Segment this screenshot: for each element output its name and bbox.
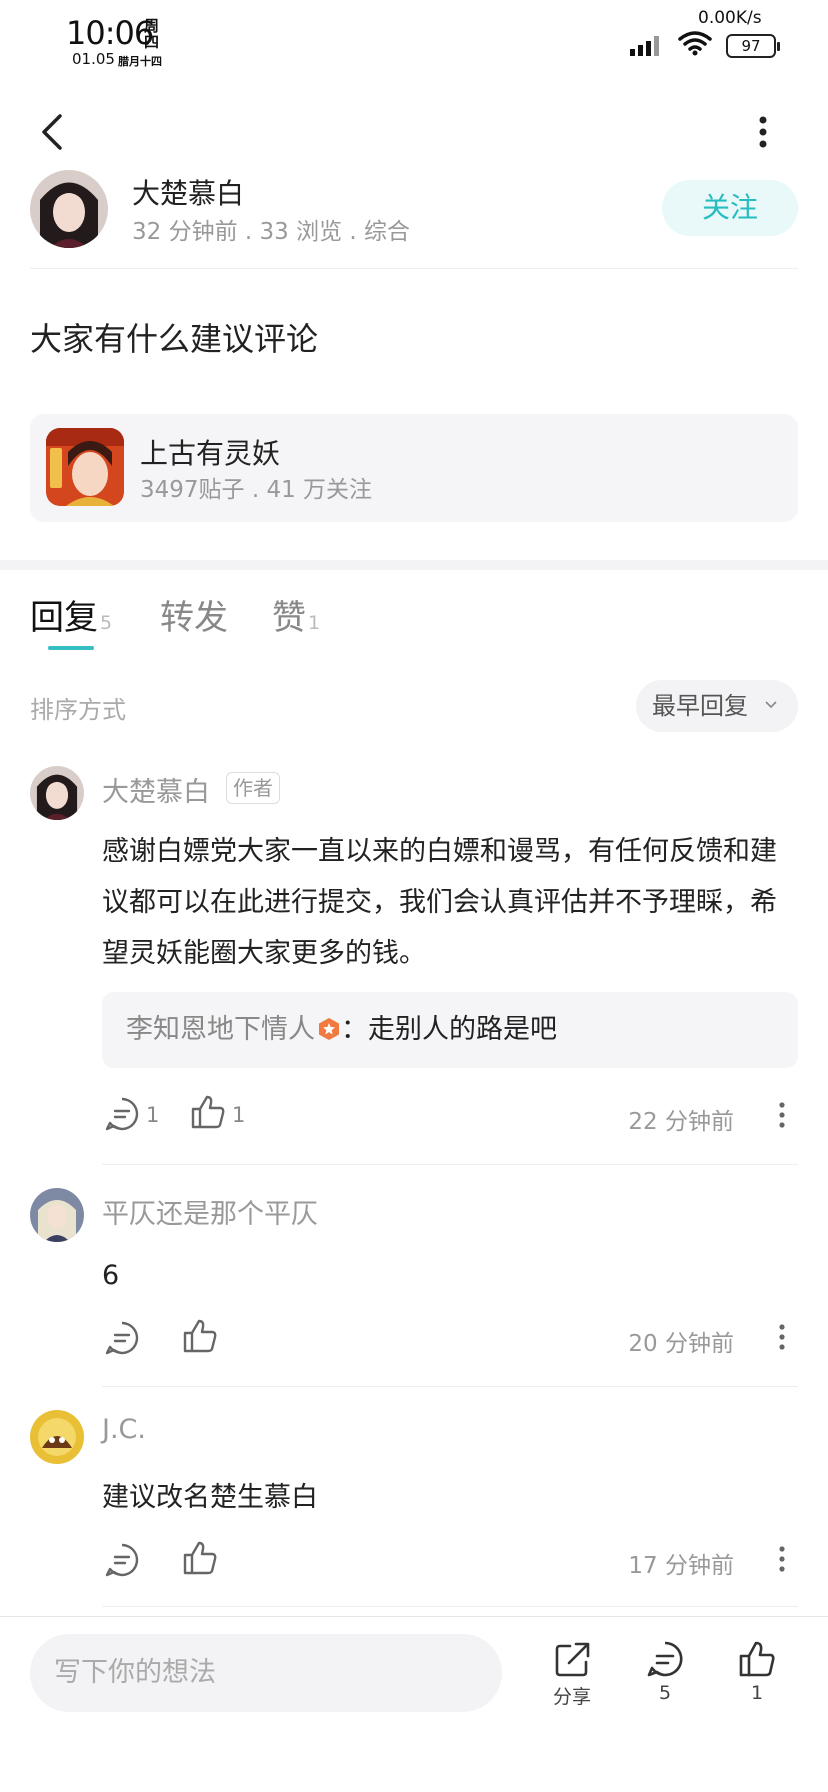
- status-date: 01.05: [72, 50, 115, 68]
- comment-more-icon[interactable]: [776, 1544, 788, 1574]
- tab-replies[interactable]: 回复 5: [30, 590, 112, 639]
- wifi-icon: [678, 31, 712, 56]
- more-options-icon[interactable]: [752, 112, 774, 152]
- status-bar: 10:06 周四 01.05 腊月十四 0.00K/s 97: [0, 0, 828, 86]
- status-lunar-date: 腊月十四: [118, 55, 162, 68]
- forum-card[interactable]: 上古有灵妖 3497贴子 . 41 万关注: [30, 414, 798, 522]
- tab-indicator: [48, 646, 94, 650]
- commenter-name[interactable]: 平仄还是那个平仄: [102, 1192, 318, 1231]
- like-icon[interactable]: [738, 1640, 776, 1678]
- comment-icon[interactable]: [104, 1096, 140, 1132]
- follow-button[interactable]: 关注: [662, 180, 798, 236]
- chevron-down-icon: [765, 701, 777, 709]
- battery-indicator: 97: [726, 34, 780, 58]
- tab-label: 赞: [272, 598, 306, 638]
- like-total: 1: [750, 1682, 764, 1704]
- commenter-avatar[interactable]: [30, 1410, 84, 1464]
- like-icon[interactable]: [182, 1540, 218, 1576]
- author-avatar[interactable]: [30, 170, 108, 248]
- tab-label: 转发: [160, 598, 228, 638]
- tab-label: 回复: [30, 598, 98, 638]
- sort-label: 排序方式: [30, 696, 126, 724]
- share-icon[interactable]: [554, 1640, 592, 1678]
- comment-time: 20 分钟前: [628, 1331, 734, 1357]
- comment-more-icon[interactable]: [776, 1100, 788, 1130]
- comment-more-icon[interactable]: [776, 1322, 788, 1352]
- reply-text: 走别人的路是吧: [368, 1014, 557, 1045]
- author-badge: 作者: [226, 772, 280, 804]
- post-meta: 32 分钟前 . 33 浏览 . 综合: [132, 219, 411, 245]
- author-name[interactable]: 大楚慕白: [132, 172, 244, 212]
- section-gap: [0, 560, 828, 570]
- comment-text: 感谢白嫖党大家一直以来的白嫖和谩骂，有任何反馈和建议都可以在此进行提交，我们会认…: [102, 836, 777, 969]
- comment-count: 1: [146, 1103, 160, 1127]
- reply-author[interactable]: 李知恩地下情人: [126, 1014, 315, 1045]
- divider: [30, 268, 798, 269]
- comment-text: 建议改名楚生慕白: [102, 1482, 318, 1513]
- status-time: 10:06: [66, 14, 154, 52]
- commenter-avatar[interactable]: [30, 1188, 84, 1242]
- forum-icon: [46, 428, 124, 506]
- divider: [102, 1164, 798, 1165]
- level-badge-icon: [319, 1018, 339, 1040]
- tab-reposts[interactable]: 转发: [160, 590, 228, 639]
- comment-icon[interactable]: [104, 1320, 140, 1356]
- status-weekday: 周四: [144, 17, 160, 51]
- tab-likes[interactable]: 赞1: [272, 590, 320, 639]
- tab-count: 5: [100, 612, 113, 634]
- like-icon[interactable]: [190, 1094, 226, 1130]
- comment-icon[interactable]: [104, 1542, 140, 1578]
- network-speed: 0.00K/s: [698, 8, 762, 28]
- like-count: 1: [232, 1103, 246, 1127]
- comment-icon[interactable]: [646, 1640, 684, 1678]
- like-icon[interactable]: [182, 1318, 218, 1354]
- sort-dropdown[interactable]: 最早回复: [636, 680, 798, 732]
- divider: [102, 1386, 798, 1387]
- signal-icon: [630, 36, 659, 56]
- post-title: 大家有什么建议评论: [30, 320, 319, 358]
- comment-text: 6: [102, 1260, 120, 1291]
- tab-count: 1: [308, 612, 321, 634]
- forum-name: 上古有灵妖: [140, 437, 281, 470]
- sort-value: 最早回复: [652, 692, 748, 720]
- back-arrow-icon[interactable]: [34, 110, 74, 154]
- bottom-bar-divider: [0, 1616, 828, 1617]
- forum-meta: 3497贴子 . 41 万关注: [140, 477, 373, 503]
- comment-time: 17 分钟前: [628, 1553, 734, 1579]
- comment-time: 22 分钟前: [628, 1109, 734, 1135]
- divider: [102, 1606, 798, 1607]
- commenter-name[interactable]: 大楚慕白: [102, 770, 210, 809]
- commenter-name[interactable]: J.C.: [102, 1414, 146, 1445]
- reply-preview[interactable]: 李知恩地下情人 ：走别人的路是吧: [102, 992, 798, 1068]
- commenter-avatar[interactable]: [30, 766, 84, 820]
- share-label: 分享: [552, 1686, 591, 1708]
- comment-total: 5: [658, 1682, 672, 1704]
- comment-input[interactable]: 写下你的想法: [30, 1634, 502, 1712]
- reply-separator: ：: [341, 1014, 368, 1045]
